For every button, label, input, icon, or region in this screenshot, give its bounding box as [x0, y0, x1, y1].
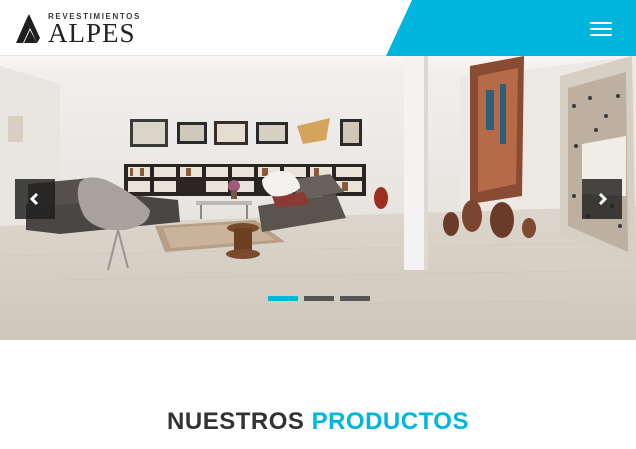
- slider-indicator-3[interactable]: [340, 296, 370, 301]
- hamburger-icon-bar: [590, 34, 612, 36]
- slider-prev-button[interactable]: [15, 179, 55, 219]
- chevron-right-icon: [598, 192, 608, 206]
- slider-indicator-2[interactable]: [304, 296, 334, 301]
- chevron-left-icon: [29, 192, 39, 206]
- menu-toggle-button[interactable]: [590, 18, 614, 38]
- site-header: REVESTIMIENTOS ALPES: [0, 0, 636, 56]
- logo-mark-icon: [16, 14, 40, 43]
- slider-next-button[interactable]: [582, 179, 622, 219]
- section-title-dark: NUESTROS: [167, 408, 305, 435]
- section-title-accent: PRODUCTOS: [311, 408, 469, 435]
- logo-name: ALPES: [48, 18, 136, 48]
- products-section-title: NUESTROS PRODUCTOS: [0, 408, 636, 436]
- hero-slider: [0, 56, 636, 340]
- hamburger-icon-bar: [590, 28, 612, 30]
- slider-indicators: [268, 296, 370, 301]
- hamburger-icon-bar: [590, 22, 612, 24]
- slider-indicator-1[interactable]: [268, 296, 298, 301]
- site-logo[interactable]: REVESTIMIENTOS ALPES: [14, 10, 154, 48]
